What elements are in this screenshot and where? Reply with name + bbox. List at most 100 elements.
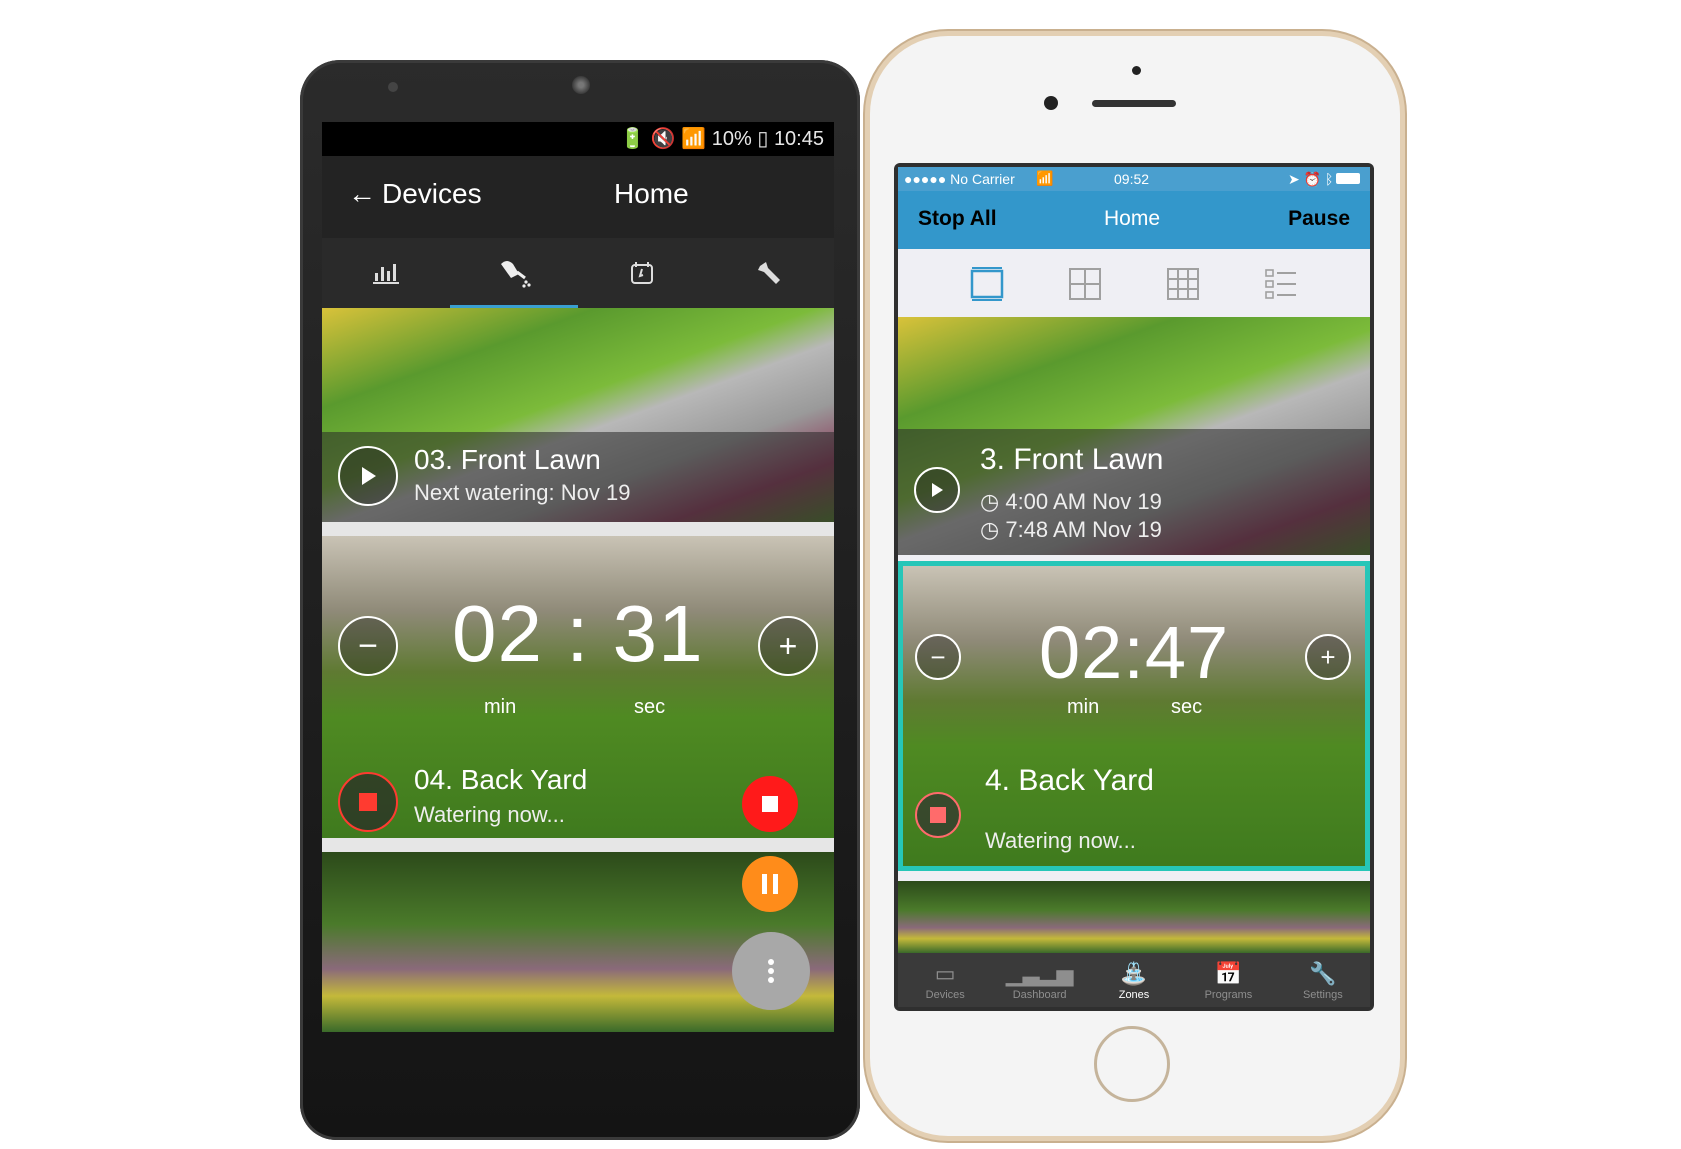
- proximity-sensor: [1132, 66, 1141, 75]
- battery-icon: ▯: [757, 128, 769, 150]
- stop-zone-button[interactable]: [338, 772, 398, 832]
- wifi-icon: 📶: [1036, 170, 1054, 186]
- minutes-label: min: [484, 696, 517, 718]
- ios-status-bar: ●●●●● No Carrier 📶 09:52 ➤ ⏰ ᛒ: [898, 167, 1370, 191]
- countdown-timer: 02:47: [1039, 610, 1229, 695]
- decrease-time-button[interactable]: −: [338, 616, 398, 676]
- earpiece: [572, 76, 590, 94]
- tab-settings[interactable]: 🔧 Settings: [1276, 953, 1370, 1007]
- zone-status: Watering now...: [985, 828, 1136, 853]
- grid-3x3-icon[interactable]: [1166, 267, 1200, 301]
- plus-icon: +: [778, 627, 798, 664]
- play-icon: [362, 467, 376, 485]
- tab-devices[interactable]: ▭ Devices: [898, 953, 992, 1007]
- seconds-label: sec: [634, 696, 666, 718]
- timer-minutes: 02: [452, 589, 543, 678]
- stop-icon: [359, 793, 377, 811]
- iphone-app: ●●●●● No Carrier 📶 09:52 ➤ ⏰ ᛒ Stop All …: [898, 167, 1370, 1007]
- android-status-bar: 🔋 🔇 📶 10% ▯ 10:45: [322, 122, 834, 156]
- timer-colon: :: [542, 589, 613, 678]
- clock-icon: ◷: [980, 489, 1000, 514]
- zone-next-watering: Next watering: Nov 19: [414, 480, 631, 505]
- front-camera: [388, 82, 398, 92]
- devices-icon: ▭: [934, 961, 956, 986]
- stop-all-button[interactable]: Stop All: [918, 207, 997, 231]
- zone-card-front-lawn[interactable]: 3. Front Lawn ◷ 4:00 AM Nov 19 ◷ 7:48 AM…: [898, 317, 1370, 555]
- tab-programs[interactable]: [578, 238, 706, 308]
- dashboard-icon: [373, 264, 399, 284]
- minutes-label: min: [1067, 696, 1100, 718]
- programs-calendar-icon: 📅: [1214, 961, 1243, 986]
- zone-card-garden[interactable]: [322, 852, 834, 1032]
- zone-card-garden[interactable]: [898, 881, 1370, 953]
- front-camera: [1044, 96, 1058, 110]
- card-divider: [322, 522, 834, 536]
- page-title: Home: [614, 178, 689, 209]
- tab-zones[interactable]: [450, 238, 578, 308]
- home-button[interactable]: [1094, 1026, 1170, 1102]
- wrench-settings-icon: [758, 262, 780, 284]
- zone-card-back-yard[interactable]: − 02 : 31 min sec + 04. Back Yard Wateri…: [322, 536, 834, 838]
- wrench-settings-icon: 🔧: [1309, 961, 1337, 986]
- battery-level: 10%: [711, 128, 752, 150]
- list-view-icon[interactable]: [1264, 267, 1298, 301]
- tab-programs[interactable]: 📅 Programs: [1181, 953, 1275, 1007]
- minus-icon: −: [930, 641, 946, 672]
- stop-icon: [762, 796, 778, 812]
- plus-icon: +: [1320, 641, 1336, 672]
- countdown-timer: 02 : 31: [452, 588, 704, 680]
- zone-name: 04. Back Yard: [414, 764, 588, 795]
- dashboard-icon: ▁▃▂▅: [1005, 961, 1074, 986]
- timer-seconds: 31: [612, 589, 704, 678]
- location-alarm-bluetooth-icons: ➤ ⏰ ᛒ: [1288, 171, 1334, 187]
- pause-fab[interactable]: [742, 856, 798, 912]
- clock-icon: ◷: [980, 517, 1000, 542]
- schedule-time-2: ◷ 7:48 AM Nov 19: [980, 517, 1162, 542]
- page-title: Home: [1104, 207, 1161, 230]
- back-label: Devices: [382, 178, 482, 209]
- schedule-time-1: ◷ 4:00 AM Nov 19: [980, 489, 1162, 514]
- increase-time-button[interactable]: +: [1305, 634, 1351, 680]
- programs-calendar-icon: [631, 262, 653, 284]
- arrow-left-icon: ←: [348, 178, 376, 209]
- play-button[interactable]: [338, 446, 398, 506]
- play-button[interactable]: [914, 467, 960, 513]
- play-icon: [932, 483, 943, 497]
- stop-zone-button[interactable]: [915, 792, 961, 838]
- tab-dashboard[interactable]: ▁▃▂▅ Dashboard: [992, 953, 1086, 1007]
- zone-status: Watering now...: [414, 802, 565, 827]
- more-vertical-icon: [768, 959, 774, 983]
- nav-bar: Stop All Home Pause: [898, 191, 1370, 249]
- carrier: ●●●●● No Carrier: [904, 171, 1015, 187]
- tab-dashboard[interactable]: [322, 238, 450, 308]
- iphone-screen: ●●●●● No Carrier 📶 09:52 ➤ ⏰ ᛒ Stop All …: [894, 163, 1374, 1011]
- battery-icon: [1336, 173, 1360, 184]
- zone-card-front-lawn[interactable]: 03. Front Lawn Next watering: Nov 19: [322, 308, 834, 522]
- decrease-time-button[interactable]: −: [915, 634, 961, 680]
- back-button[interactable]: ← Devices: [348, 178, 482, 210]
- pause-icon: [762, 874, 778, 894]
- more-options-fab[interactable]: [732, 932, 810, 1010]
- tab-bar: [322, 238, 834, 308]
- pause-button[interactable]: Pause: [1288, 207, 1350, 231]
- android-screen: 🔋 🔇 📶 10% ▯ 10:45 ← Devices Home 03. Fro…: [322, 122, 834, 1032]
- status-icons: 🔋 🔇 📶: [620, 128, 712, 150]
- tab-settings[interactable]: [706, 238, 834, 308]
- app-bar: ← Devices Home: [322, 156, 834, 238]
- stop-fab[interactable]: [742, 776, 798, 832]
- stop-icon: [930, 807, 946, 823]
- watering-can-icon: [501, 261, 531, 288]
- zone-name: 03. Front Lawn: [414, 444, 601, 475]
- grid-2x2-icon[interactable]: [1068, 267, 1102, 301]
- ios-tab-bar: ▭ Devices ▁▃▂▅ Dashboard ⛲ Zones 📅 Programs …: [898, 953, 1370, 1007]
- zone-card-back-yard[interactable]: − 02:47 min sec + 4. Back Yard Watering …: [898, 561, 1370, 871]
- single-view-icon[interactable]: [970, 267, 1004, 301]
- seconds-label: sec: [1171, 696, 1203, 718]
- clock: 09:52: [1114, 171, 1150, 187]
- earpiece: [1092, 100, 1176, 107]
- watering-can-icon: ⛲: [1120, 961, 1148, 986]
- tab-zones[interactable]: ⛲ Zones: [1087, 953, 1181, 1007]
- timer-colon: :: [1123, 611, 1145, 694]
- card-divider: [322, 838, 834, 852]
- increase-time-button[interactable]: +: [758, 616, 818, 676]
